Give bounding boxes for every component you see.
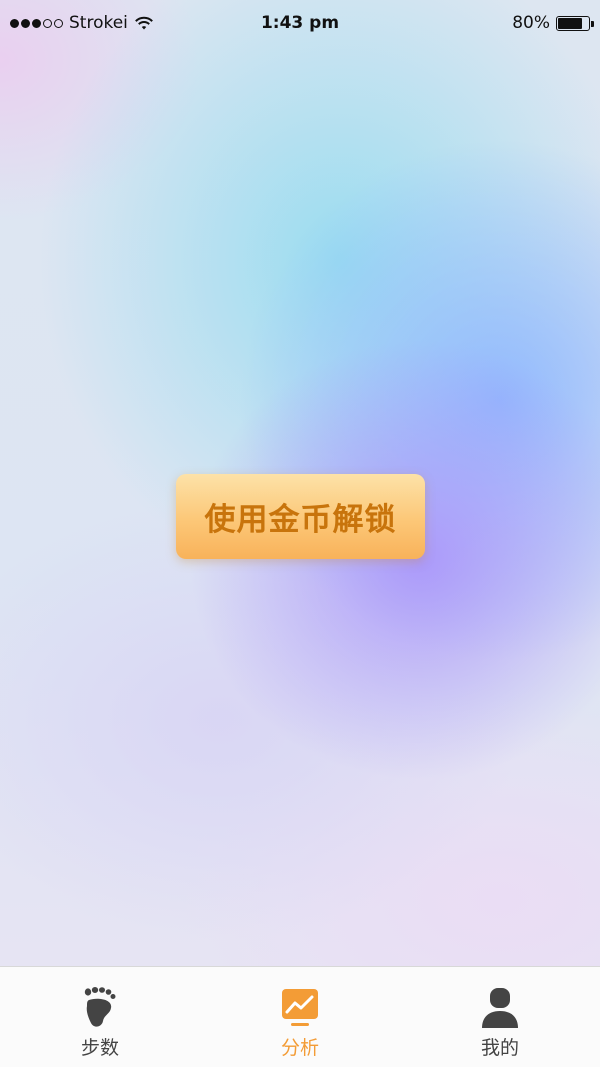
- wifi-icon: [134, 16, 153, 30]
- tab-bar: 步数 分析 我的: [0, 966, 600, 1067]
- tab-steps[interactable]: 步数: [0, 967, 200, 1067]
- tab-analysis-label: 分析: [280, 1037, 319, 1059]
- battery-percent: 80%: [512, 13, 550, 33]
- tab-me-label: 我的: [480, 1037, 519, 1059]
- tab-analysis[interactable]: 分析: [200, 967, 400, 1067]
- signal-strength-icon: [10, 18, 63, 28]
- tab-steps-label: 步数: [80, 1037, 119, 1059]
- carrier-name: Strokei: [69, 13, 128, 33]
- status-bar: Strokei 1:43 pm 80%: [0, 0, 600, 46]
- chart-icon: [280, 987, 320, 1029]
- unlock-with-coins-button[interactable]: 使用金币解锁: [176, 474, 425, 559]
- tab-me[interactable]: 我的: [400, 967, 600, 1067]
- analysis-screen: Strokei 1:43 pm 80% 使用金币解锁: [0, 0, 600, 966]
- status-right: 80%: [512, 13, 594, 33]
- status-left: Strokei: [10, 13, 154, 33]
- user-icon: [480, 987, 520, 1029]
- footprint-icon: [80, 987, 120, 1029]
- battery-icon: [556, 15, 594, 31]
